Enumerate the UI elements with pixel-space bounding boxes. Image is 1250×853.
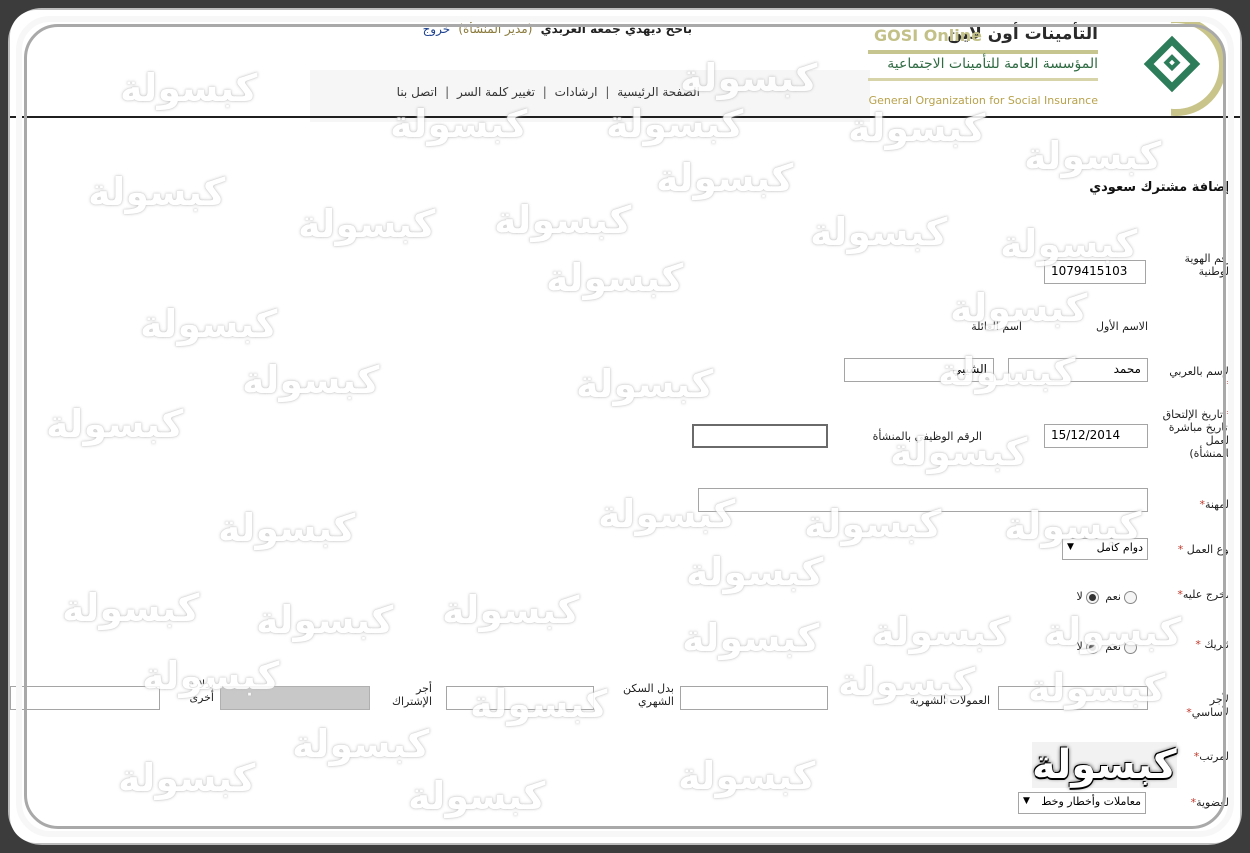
frame-ring-inner bbox=[24, 24, 1226, 829]
